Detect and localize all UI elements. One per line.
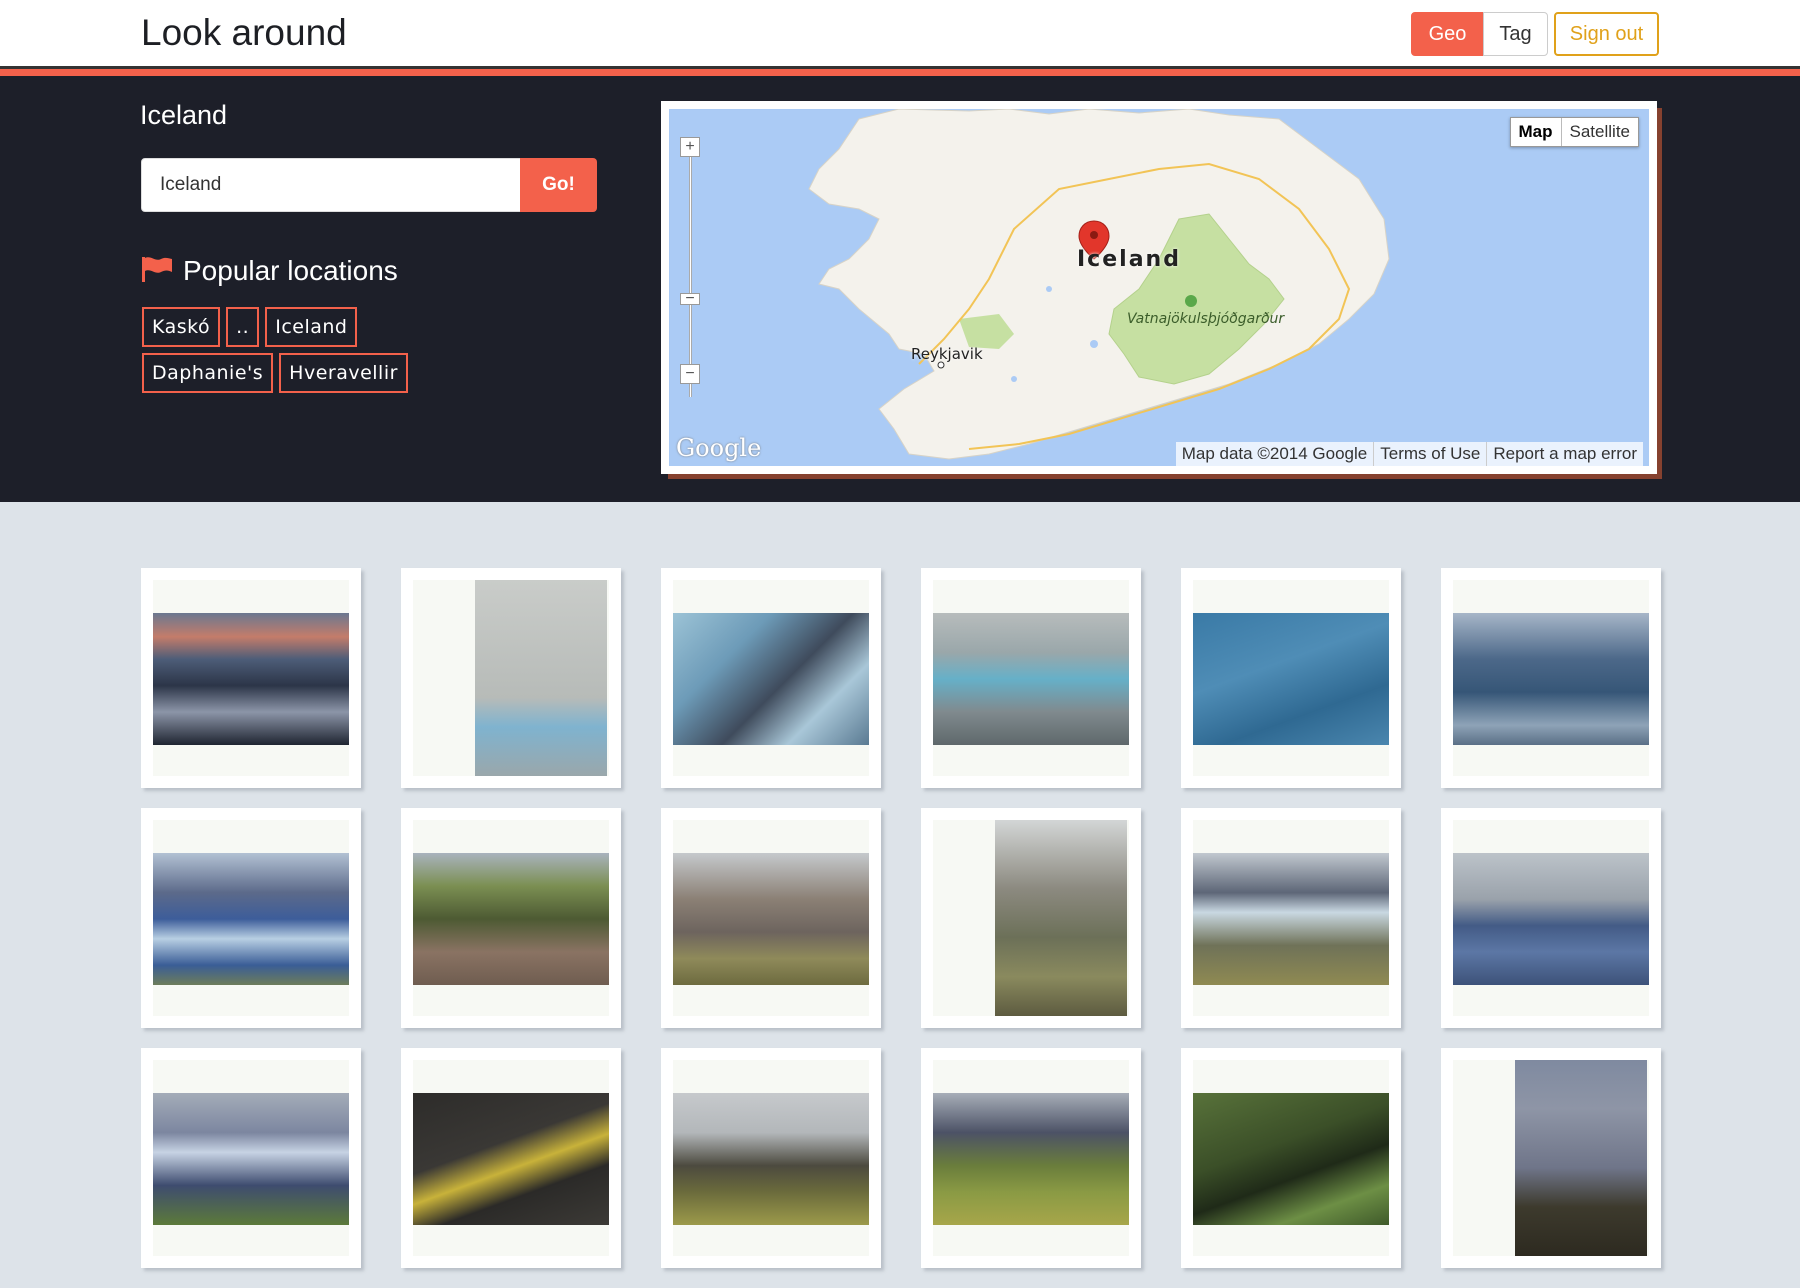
location-tag[interactable]: Hveravellir	[279, 353, 408, 393]
photo-thumbnail	[933, 1093, 1129, 1225]
photo-frame	[413, 1060, 609, 1256]
photo-frame	[153, 820, 349, 1016]
photo-thumbnail	[413, 853, 609, 985]
popular-locations-heading: Popular locations	[141, 255, 398, 287]
photo-thumbnail	[1193, 853, 1389, 985]
location-tag[interactable]: ..	[226, 307, 260, 347]
photo-thumbnail	[1453, 613, 1649, 745]
photo-frame	[1193, 820, 1389, 1016]
popular-locations-label: Popular locations	[183, 255, 398, 286]
photo-frame	[1193, 1060, 1389, 1256]
popular-locations-tags: Kaskó .. Iceland Daphanie's Hveravellir	[142, 307, 482, 393]
photo-card[interactable]	[1181, 1048, 1401, 1268]
photo-thumbnail	[153, 1093, 349, 1225]
zoom-slider-track[interactable]	[689, 157, 692, 397]
photo-frame	[673, 820, 869, 1016]
location-tag[interactable]: Daphanie's	[142, 353, 274, 393]
photo-card[interactable]	[921, 568, 1141, 788]
photo-frame	[413, 580, 609, 776]
photo-card[interactable]	[661, 808, 881, 1028]
photo-card[interactable]	[141, 1048, 361, 1268]
location-tag[interactable]: Kaskó	[142, 307, 221, 347]
map-data-credit: Map data ©2014 Google	[1181, 444, 1368, 463]
photo-card[interactable]	[141, 568, 361, 788]
photo-thumbnail	[413, 1093, 609, 1225]
photo-thumbnail	[1193, 613, 1389, 745]
photo-frame	[933, 580, 1129, 776]
location-title: Iceland	[140, 100, 228, 130]
photo-thumbnail	[475, 580, 607, 776]
map-type-satellite-button[interactable]: Satellite	[1562, 118, 1638, 146]
map-type-toggle: Map Satellite	[1509, 117, 1639, 147]
photo-frame	[933, 1060, 1129, 1256]
tag-button[interactable]: Tag	[1483, 12, 1548, 56]
photo-card[interactable]	[661, 1048, 881, 1268]
flag-icon	[141, 256, 173, 287]
map-type-map-button[interactable]: Map	[1511, 118, 1562, 146]
photo-frame	[933, 820, 1129, 1016]
photo-thumbnail	[673, 613, 869, 745]
photo-thumbnail	[673, 1093, 869, 1225]
photo-thumbnail	[153, 853, 349, 985]
zoom-slider-handle[interactable]: −	[680, 290, 700, 307]
park-map-label: Vatnajökulsþjóðgarður	[1127, 311, 1285, 327]
photo-card[interactable]	[921, 808, 1141, 1028]
map-footer: Map data ©2014 Google Terms of Use Repor…	[1175, 442, 1643, 466]
photo-frame	[1453, 580, 1649, 776]
photo-card[interactable]	[1181, 808, 1401, 1028]
photo-card[interactable]	[1441, 808, 1661, 1028]
photo-thumbnail	[153, 613, 349, 745]
go-button[interactable]: Go!	[520, 158, 597, 212]
report-map-error-link[interactable]: Report a map error	[1486, 442, 1643, 466]
zoom-out-icon[interactable]: −	[680, 364, 700, 384]
photo-card[interactable]	[1181, 568, 1401, 788]
map-drawing	[808, 109, 1390, 460]
photo-frame	[413, 820, 609, 1016]
photo-card[interactable]	[401, 808, 621, 1028]
google-logo: Google	[676, 434, 762, 462]
location-tag[interactable]: Iceland	[265, 307, 358, 347]
terms-of-use-link[interactable]: Terms of Use	[1373, 442, 1486, 466]
top-navbar: Look around Geo Tag Sign out	[0, 0, 1800, 67]
sign-out-button[interactable]: Sign out	[1554, 12, 1659, 56]
photo-frame	[1193, 580, 1389, 776]
photo-frame	[673, 580, 869, 776]
photo-thumbnail	[1515, 1060, 1647, 1256]
city-map-label: Reykjavik	[911, 345, 983, 363]
header-accent-stripe	[0, 69, 1800, 76]
photo-thumbnail	[995, 820, 1127, 1016]
photo-card[interactable]	[1441, 568, 1661, 788]
map-canvas[interactable]: + − − Map Satellite Iceland Reykjavik Va…	[669, 109, 1649, 466]
photo-frame	[153, 580, 349, 776]
photo-frame	[1453, 820, 1649, 1016]
photo-card[interactable]	[401, 568, 621, 788]
photo-card[interactable]	[661, 568, 881, 788]
photo-frame	[1453, 1060, 1649, 1256]
photo-thumbnail	[1193, 1093, 1389, 1225]
photo-thumbnail	[673, 853, 869, 985]
photo-thumbnail	[1453, 853, 1649, 985]
photo-card[interactable]	[1441, 1048, 1661, 1268]
photo-card[interactable]	[141, 808, 361, 1028]
country-map-label: Iceland	[1077, 247, 1181, 272]
photo-thumbnail	[933, 613, 1129, 745]
map-frame: + − − Map Satellite Iceland Reykjavik Va…	[661, 101, 1657, 474]
photo-card[interactable]	[401, 1048, 621, 1268]
location-search-input[interactable]	[141, 158, 521, 212]
brand-title[interactable]: Look around	[141, 12, 347, 54]
photo-card[interactable]	[921, 1048, 1141, 1268]
zoom-in-icon[interactable]: +	[680, 137, 700, 157]
geo-button[interactable]: Geo	[1411, 12, 1484, 56]
photo-frame	[673, 1060, 869, 1256]
photo-frame	[153, 1060, 349, 1256]
